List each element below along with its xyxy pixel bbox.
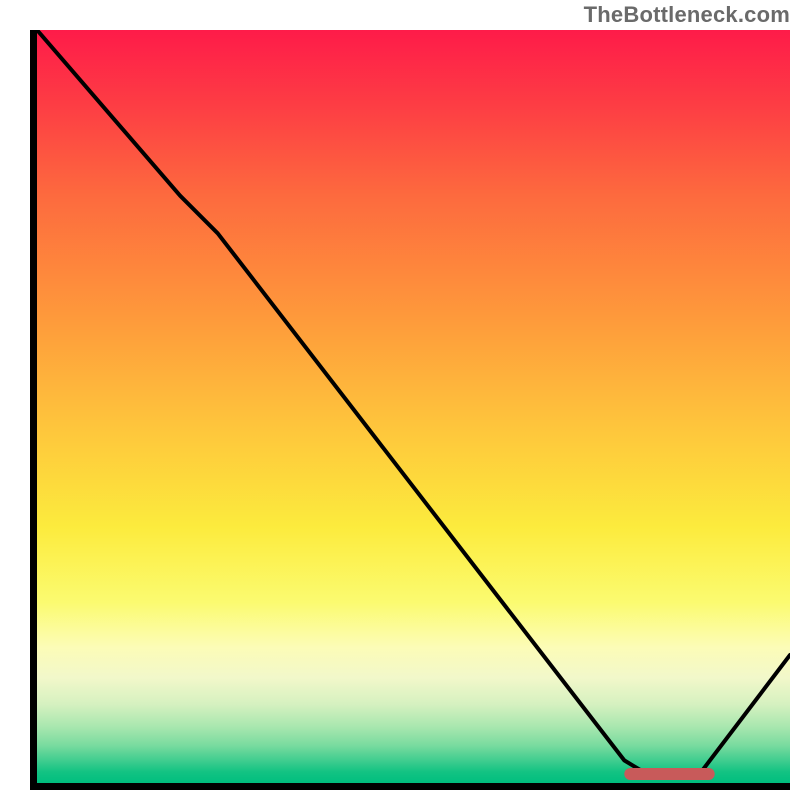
- curve-line: [37, 30, 790, 774]
- chart-plot-area: [30, 30, 790, 790]
- optimal-marker: [624, 768, 714, 780]
- attribution-text: TheBottleneck.com: [584, 2, 790, 28]
- chart-overlay: [37, 30, 790, 783]
